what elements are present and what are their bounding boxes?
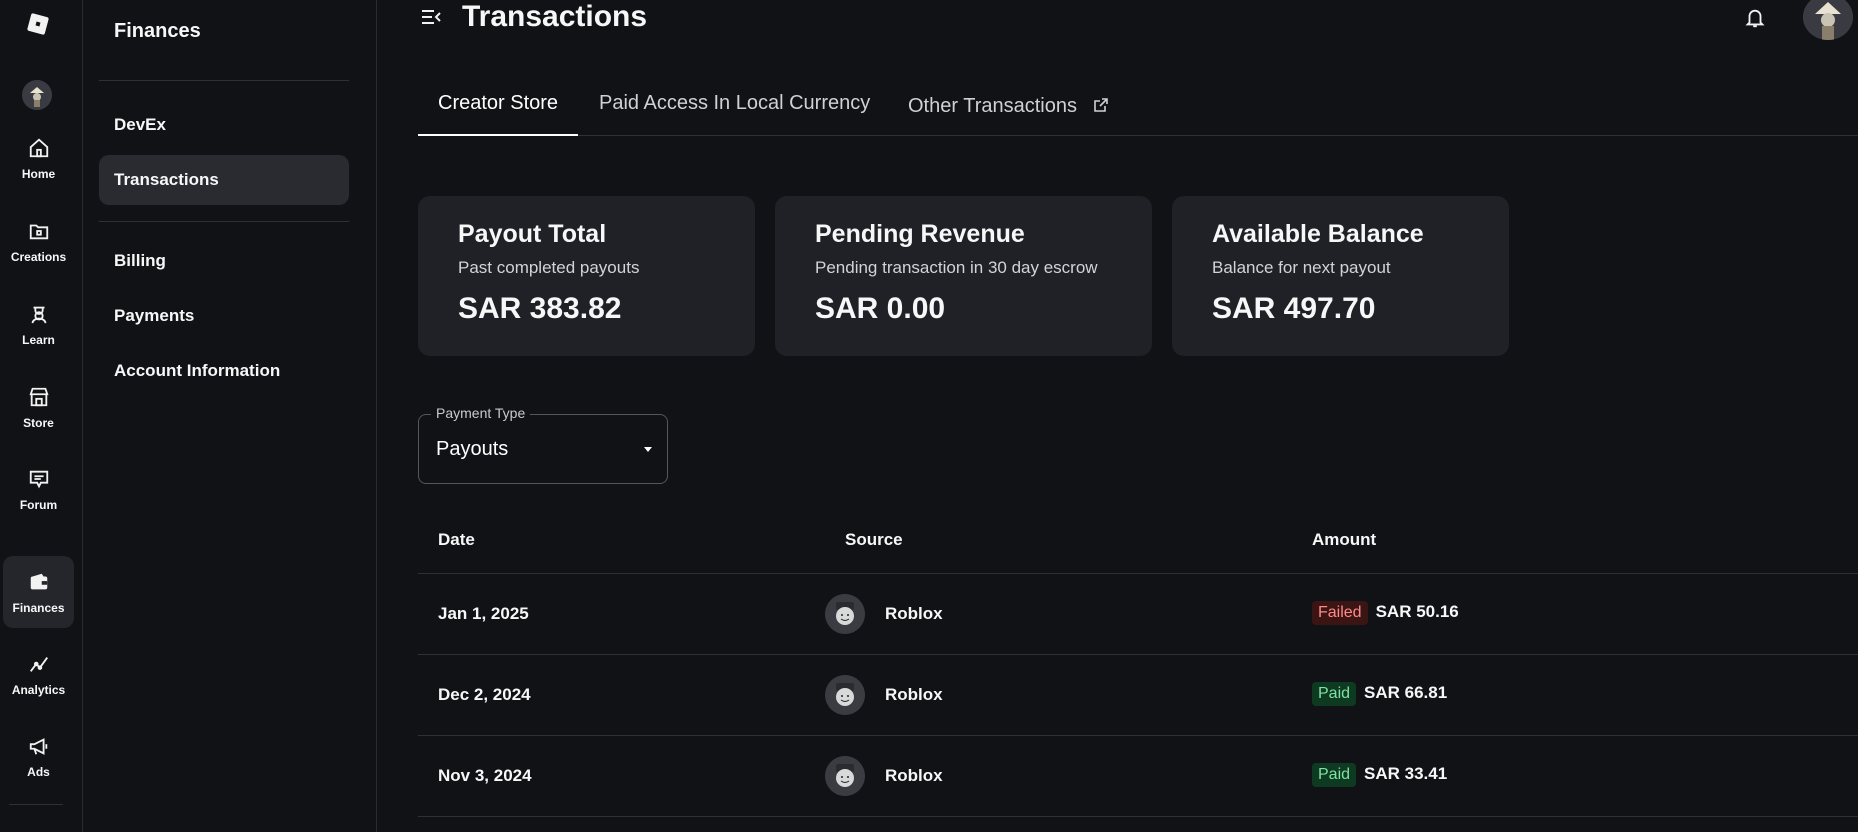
app: Home Creations Learn Store Forum Finance… <box>0 0 1858 832</box>
rail-item-label: Finances <box>12 601 65 615</box>
divider <box>9 804 63 805</box>
more-icon[interactable] <box>28 826 48 832</box>
tab-label: Paid Access In Local Currency <box>599 92 871 114</box>
pending-revenue-card: Pending Revenue Pending transaction in 3… <box>775 196 1152 356</box>
subnav-title: Finances <box>114 20 201 42</box>
transaction-tabs: Creator Store Paid Access In Local Curre… <box>418 82 1858 136</box>
card-subtitle: Balance for next payout <box>1212 258 1391 277</box>
tab-paid-access-local-currency[interactable]: Paid Access In Local Currency <box>579 82 890 136</box>
divider <box>99 221 349 222</box>
status-badge: Failed <box>1312 601 1368 625</box>
status-badge: Paid <box>1312 763 1357 787</box>
rail-item-creations[interactable]: Creations <box>3 205 74 277</box>
main-content: Transactions Creator Store Paid Access I… <box>378 0 1858 832</box>
rail-item-label: Learn <box>22 333 55 347</box>
roblox-logo-icon[interactable] <box>26 12 50 36</box>
card-subtitle: Pending transaction in 30 day escrow <box>815 258 1098 277</box>
table-row[interactable]: Dec 2, 2024 Roblox Paid SAR 66.81 <box>418 655 1858 736</box>
analytics-icon <box>26 651 52 677</box>
rail-item-label: Home <box>21 167 56 181</box>
subnav-item-transactions[interactable]: Transactions <box>99 155 349 205</box>
card-title: Available Balance <box>1212 220 1424 248</box>
caret-down-icon <box>644 447 652 452</box>
table-header: Date Source Amount <box>418 500 1858 574</box>
tab-label: Creator Store <box>438 92 559 114</box>
source-avatar <box>825 756 865 796</box>
status-badge: Paid <box>1312 682 1357 706</box>
rail-item-home[interactable]: Home <box>3 122 74 194</box>
row-amount: SAR 50.16 <box>1375 602 1459 621</box>
tab-label: Other Transactions <box>908 95 1077 117</box>
home-icon <box>26 135 52 161</box>
finances-subnav: Finances DevEx Transactions Billing Paym… <box>83 0 377 832</box>
card-value: SAR 383.82 <box>458 292 622 325</box>
source-avatar <box>825 594 865 634</box>
learn-icon <box>26 301 52 327</box>
page-title: Transactions <box>462 0 648 33</box>
primary-rail: Home Creations Learn Store Forum Finance… <box>0 0 83 832</box>
transactions-table: Date Source Amount Jan 1, 2025 Roblox Fa… <box>418 500 1858 817</box>
available-balance-card: Available Balance Balance for next payou… <box>1172 196 1509 356</box>
rail-item-label: Ads <box>27 765 50 779</box>
rail-item-analytics[interactable]: Analytics <box>3 638 74 710</box>
subnav-item-billing[interactable]: Billing <box>99 236 349 286</box>
select-label: Payment Type <box>431 405 531 421</box>
external-link-icon <box>1093 96 1109 112</box>
avatar[interactable] <box>22 80 52 110</box>
table-row[interactable]: Jan 1, 2025 Roblox Failed SAR 50.16 <box>418 574 1858 655</box>
column-header-source[interactable]: Source <box>845 530 903 550</box>
column-header-amount[interactable]: Amount <box>1312 530 1376 550</box>
row-amount-cell: Paid SAR 33.41 <box>1312 763 1447 787</box>
forum-icon <box>26 466 52 492</box>
row-date: Dec 2, 2024 <box>438 685 531 704</box>
payment-type-select[interactable]: Payment Type Payouts <box>418 405 668 484</box>
row-source: Roblox <box>885 604 943 623</box>
subnav-item-devex[interactable]: DevEx <box>99 100 349 150</box>
rail-item-label: Analytics <box>11 683 66 697</box>
row-source: Roblox <box>885 685 943 704</box>
rail-item-ads[interactable]: Ads <box>3 720 74 792</box>
card-value: SAR 497.70 <box>1212 292 1376 325</box>
rail-item-label: Store <box>23 416 54 430</box>
megaphone-icon <box>26 733 52 759</box>
card-value: SAR 0.00 <box>815 292 946 325</box>
column-header-date[interactable]: Date <box>438 530 475 550</box>
creations-icon <box>26 218 52 244</box>
notification-bell-icon[interactable] <box>1744 6 1766 30</box>
row-amount-cell: Failed SAR 50.16 <box>1312 601 1459 625</box>
tab-other-transactions[interactable]: Other Transactions <box>888 82 1129 136</box>
table-row[interactable]: Nov 3, 2024 Roblox Paid SAR 33.41 <box>418 736 1858 817</box>
payout-total-card: Payout Total Past completed payouts SAR … <box>418 196 755 356</box>
user-avatar[interactable] <box>1803 0 1853 40</box>
select-value: Payouts <box>436 438 509 460</box>
rail-item-label: Creations <box>10 250 67 264</box>
row-amount: SAR 66.81 <box>1364 683 1448 702</box>
source-avatar <box>825 675 865 715</box>
subnav-item-account-information[interactable]: Account Information <box>99 346 349 396</box>
rail-item-learn[interactable]: Learn <box>3 288 74 360</box>
rail-item-forum[interactable]: Forum <box>3 453 74 525</box>
collapse-menu-icon[interactable] <box>420 8 442 26</box>
tab-creator-store[interactable]: Creator Store <box>418 82 579 136</box>
subnav-item-payments[interactable]: Payments <box>99 291 349 341</box>
row-date: Nov 3, 2024 <box>438 766 532 785</box>
row-date: Jan 1, 2025 <box>438 604 529 623</box>
card-title: Pending Revenue <box>815 220 1025 248</box>
store-icon <box>26 384 52 410</box>
rail-item-store[interactable]: Store <box>3 371 74 443</box>
row-amount-cell: Paid SAR 66.81 <box>1312 682 1447 706</box>
rail-item-label: Forum <box>19 498 58 512</box>
row-source: Roblox <box>885 766 943 785</box>
wallet-icon <box>26 569 52 595</box>
row-amount: SAR 33.41 <box>1364 764 1448 783</box>
divider <box>99 80 349 81</box>
rail-item-finances[interactable]: Finances <box>3 556 74 628</box>
card-subtitle: Past completed payouts <box>458 258 640 277</box>
card-title: Payout Total <box>458 220 607 248</box>
